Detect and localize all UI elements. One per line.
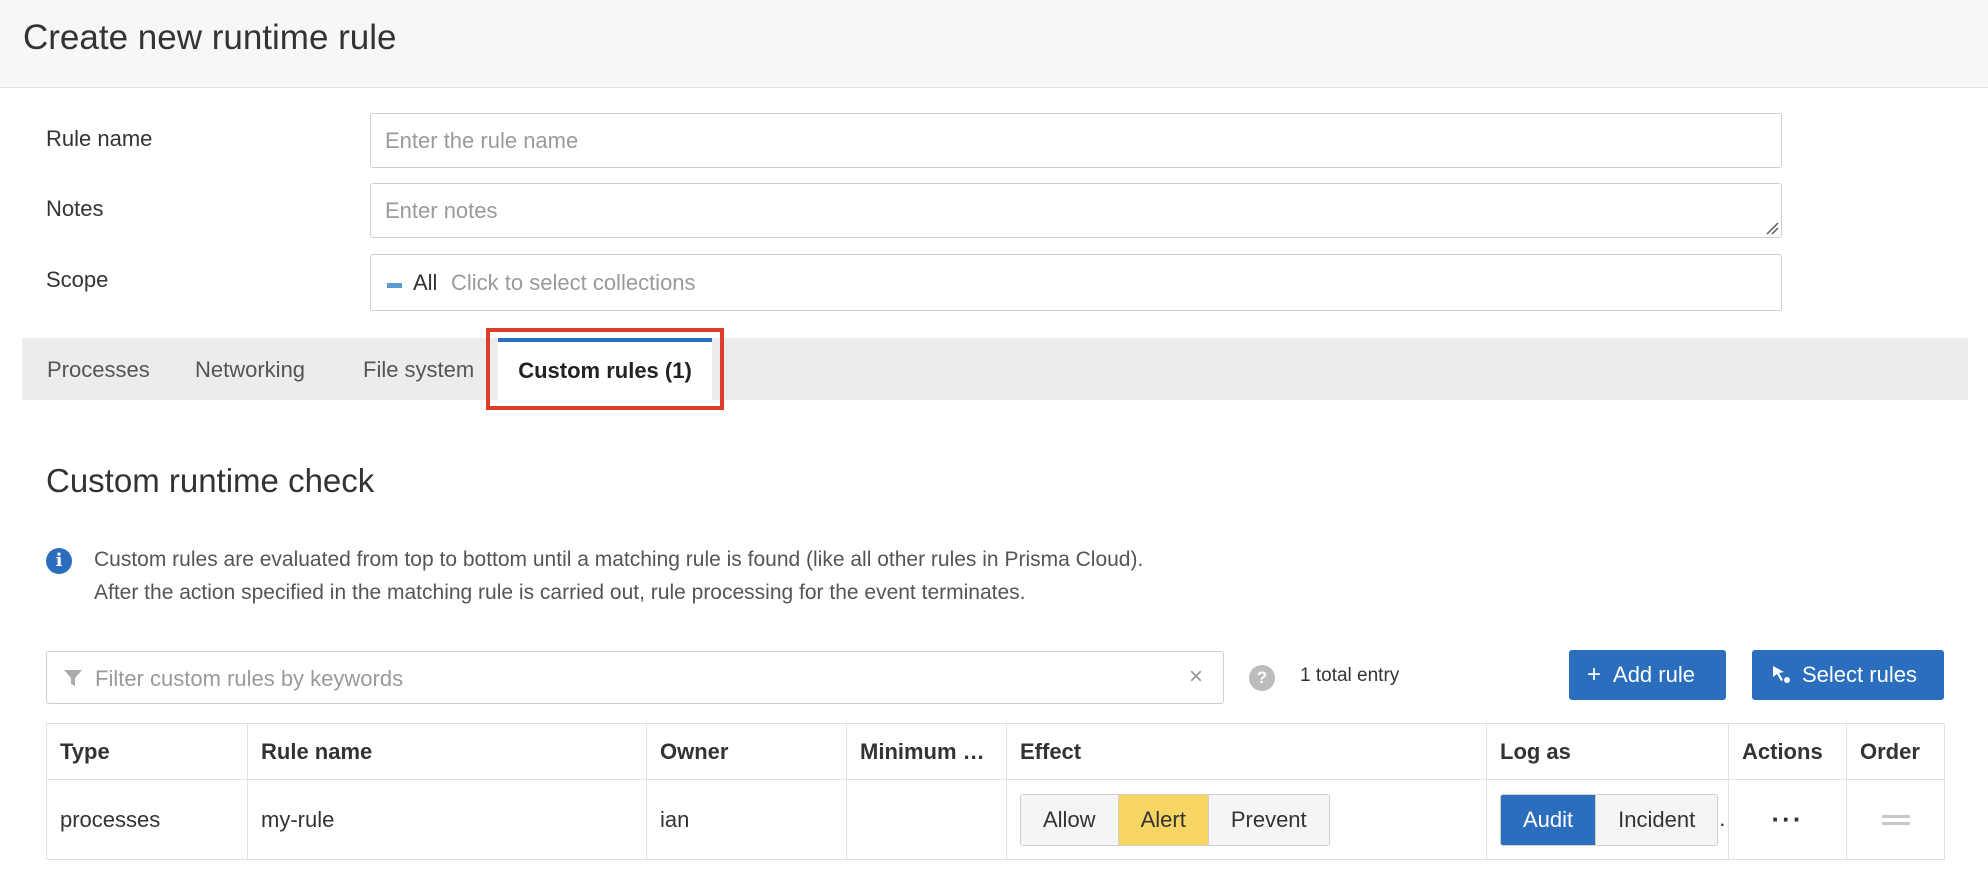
page-header: Create new runtime rule	[0, 0, 1988, 88]
tab-processes[interactable]: Processes	[47, 338, 150, 400]
tab-networking[interactable]: Networking	[195, 338, 305, 400]
info-icon: i	[46, 548, 72, 574]
drag-handle-icon[interactable]	[1881, 814, 1910, 825]
tab-custom-rules[interactable]: Custom rules (1)	[498, 338, 712, 400]
more-actions-icon[interactable]: ···	[1742, 804, 1833, 835]
page-title: Create new runtime rule	[23, 18, 397, 57]
notes-label: Notes	[46, 196, 104, 221]
column-header-log-as: Log as	[1486, 723, 1729, 780]
column-header-actions: Actions	[1728, 723, 1847, 780]
add-rule-button[interactable]: + Add rule	[1569, 650, 1726, 700]
add-rule-label: Add rule	[1613, 662, 1695, 687]
effect-allow-option[interactable]: Allow	[1021, 794, 1119, 845]
rule-name-placeholder: Enter the rule name	[385, 128, 579, 153]
scope-selector[interactable]: All Click to select collections	[370, 254, 1782, 311]
column-header-type[interactable]: Type	[46, 723, 248, 780]
info-text-line-1: Custom rules are evaluated from top to b…	[94, 548, 1144, 571]
cell-rule-name: my-rule	[247, 779, 647, 860]
log-audit-option[interactable]: Audit	[1501, 794, 1597, 845]
cell-order	[1846, 779, 1945, 860]
tab-file-system[interactable]: File system	[363, 338, 474, 400]
scope-placeholder: Click to select collections	[451, 270, 696, 295]
total-entries: 1 total entry	[1300, 665, 1400, 686]
info-text-line-2: After the action specified in the matchi…	[94, 581, 1026, 604]
effect-alert-option[interactable]: Alert	[1118, 794, 1209, 845]
table-row: processes my-rule ian Allow Alert Preven…	[46, 779, 1945, 860]
custom-rules-table: Type Rule name Owner Minimum d... Effect…	[46, 723, 1945, 860]
scope-value: All	[413, 270, 438, 295]
help-icon[interactable]: ?	[1249, 665, 1275, 691]
cursor-select-icon	[1773, 666, 1790, 683]
resize-grip-icon[interactable]	[1763, 219, 1779, 235]
notes-placeholder: Enter notes	[385, 198, 498, 223]
cell-effect: Allow Alert Prevent	[1006, 779, 1487, 860]
notes-textarea[interactable]: Enter notes	[370, 183, 1782, 238]
column-header-effect: Effect	[1006, 723, 1487, 780]
log-as-toggle-group: Audit Incident	[1500, 793, 1719, 846]
select-rules-label: Select rules	[1802, 662, 1917, 687]
filter-placeholder: Filter custom rules by keywords	[95, 666, 404, 691]
cell-minimum	[846, 779, 1007, 860]
filter-input[interactable]: Filter custom rules by keywords ×	[46, 651, 1224, 704]
cell-log-as: Audit Incident	[1486, 779, 1729, 860]
column-header-minimum[interactable]: Minimum d...	[846, 723, 1007, 780]
tab-bar: Processes Networking File system Custom …	[22, 338, 1968, 400]
cell-actions: ···	[1728, 779, 1847, 860]
close-icon[interactable]: ×	[1189, 663, 1203, 691]
column-header-rule-name[interactable]: Rule name	[247, 723, 647, 780]
table-header-row: Type Rule name Owner Minimum d... Effect…	[46, 723, 1945, 780]
rule-name-input[interactable]: Enter the rule name	[370, 113, 1782, 168]
log-incident-option[interactable]: Incident	[1596, 794, 1718, 845]
rule-name-label: Rule name	[46, 126, 153, 151]
effect-prevent-option[interactable]: Prevent	[1208, 794, 1329, 845]
select-rules-button[interactable]: Select rules	[1752, 650, 1944, 700]
scope-tag-marker	[387, 283, 402, 288]
plus-icon: +	[1587, 661, 1602, 688]
cell-owner: ian	[646, 779, 847, 860]
cell-type: processes	[46, 779, 248, 860]
funnel-icon	[64, 670, 82, 686]
effect-toggle-group: Allow Alert Prevent	[1020, 793, 1330, 846]
section-title: Custom runtime check	[46, 462, 375, 499]
scope-label: Scope	[46, 267, 109, 292]
column-header-owner[interactable]: Owner	[646, 723, 847, 780]
column-header-order: Order	[1846, 723, 1945, 780]
